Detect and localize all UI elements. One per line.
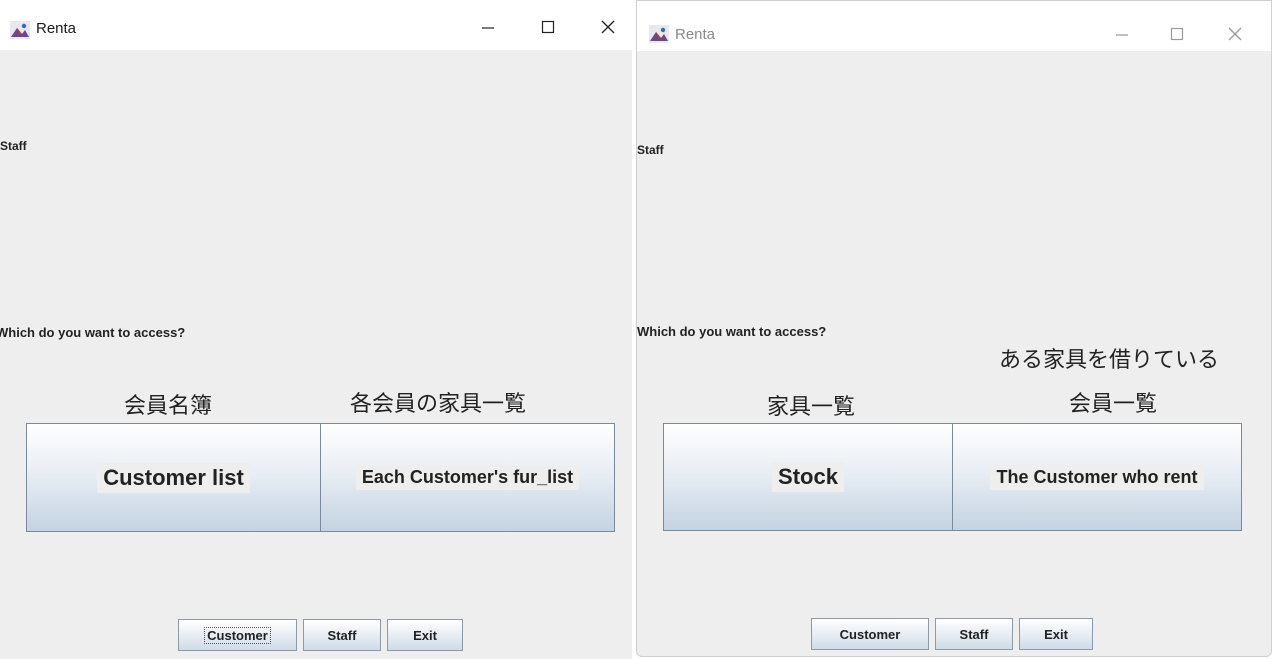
stock-button[interactable]: Stock [663, 423, 953, 531]
staff-label: Staff [0, 139, 27, 153]
right-window: Renta Staff Which do you want to access?… [636, 0, 1272, 657]
minimize-icon [482, 27, 494, 29]
minimize-button[interactable] [468, 12, 508, 42]
each-customer-furniture-button[interactable]: Each Customer's fur_list [320, 423, 615, 532]
title-bar[interactable]: Renta [0, 0, 632, 50]
staff-label: Staff [637, 143, 664, 157]
annotation-furniture-per-customer: 各会員の家具一覧 [350, 392, 527, 417]
customer-button[interactable]: Customer [178, 619, 297, 651]
question-label: Which do you want to access? [637, 324, 827, 339]
annotation-customer-roster: 会員名簿 [124, 394, 213, 419]
window-title: Renta [675, 26, 716, 43]
exit-button-label: Exit [413, 627, 437, 643]
each-customer-furniture-label: Each Customer's fur_list [355, 465, 580, 490]
window-title: Renta [36, 20, 77, 37]
customer-button-label: Customer [839, 626, 901, 642]
close-button[interactable] [588, 12, 628, 42]
annotation-furniture-list: 家具一覧 [767, 395, 856, 420]
staff-button[interactable]: Staff [935, 618, 1013, 650]
customer-list-button[interactable]: Customer list [26, 423, 321, 532]
exit-button[interactable]: Exit [1019, 618, 1093, 650]
close-icon [1228, 27, 1242, 41]
exit-button[interactable]: Exit [387, 619, 463, 651]
question-label: Which do you want to access? [0, 325, 186, 340]
maximize-button[interactable] [528, 12, 568, 42]
maximize-button[interactable] [1157, 19, 1197, 49]
exit-button-label: Exit [1044, 626, 1068, 642]
maximize-icon [541, 20, 555, 34]
close-button[interactable] [1215, 19, 1255, 49]
customer-button[interactable]: Customer [811, 618, 929, 650]
left-window: Renta Staff Which do you want to access?… [0, 0, 632, 659]
staff-button-label: Staff [959, 626, 989, 642]
close-icon [601, 20, 615, 34]
annotation-customer-list: 会員一覧 [1069, 392, 1158, 417]
stock-label: Stock [772, 462, 844, 492]
customer-who-rent-button[interactable]: The Customer who rent [952, 423, 1242, 531]
staff-button[interactable]: Staff [303, 619, 381, 651]
minimize-icon [1116, 34, 1128, 36]
maximize-icon [1170, 27, 1184, 41]
annotation-renting-a-furniture: ある家具を借りている [999, 348, 1220, 373]
staff-button-label: Staff [327, 627, 357, 643]
customer-button-label: Customer [204, 626, 271, 644]
minimize-button[interactable] [1102, 19, 1142, 49]
app-icon [10, 21, 30, 39]
customer-who-rent-label: The Customer who rent [990, 464, 1204, 490]
app-icon [649, 25, 669, 43]
customer-list-label: Customer list [97, 462, 250, 493]
title-bar[interactable]: Renta [637, 1, 1271, 51]
